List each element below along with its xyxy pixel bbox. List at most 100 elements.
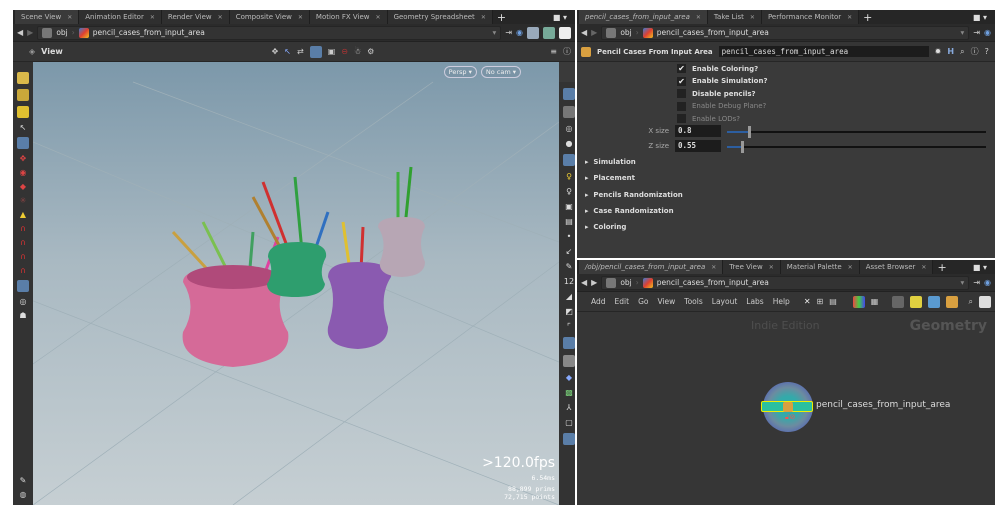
path-field[interactable]: obj › pencil_cases_from_input_area ▾ (601, 25, 970, 40)
dropdown-icon[interactable]: ▾ (961, 28, 965, 37)
camera-button[interactable]: No cam ▾ (480, 66, 521, 78)
folder-case-randomization[interactable]: ▸ Case Randomization (585, 207, 674, 215)
close-icon[interactable]: ✕ (750, 14, 755, 21)
tree-icon[interactable]: ⊞ (817, 297, 824, 306)
screen-icon[interactable]: ▣ (328, 47, 336, 56)
slider-handle[interactable] (741, 141, 745, 153)
primitive-mode-icon[interactable] (17, 106, 29, 118)
folder-coloring[interactable]: ▸ Coloring (585, 223, 626, 231)
slider-handle[interactable] (747, 126, 751, 138)
diamond-icon[interactable]: ◆ (566, 373, 572, 382)
snap-grid-icon[interactable]: ∩ (20, 224, 26, 233)
viewport[interactable]: Persp ▾ No cam ▾ >120.0fps 6.54ms 88,899… (33, 62, 559, 505)
persp-button[interactable]: Persp ▾ (443, 66, 477, 78)
tab-parameters[interactable]: pencil_cases_from_input_area ✕ (579, 10, 708, 24)
x-size-field[interactable]: 0.8 (675, 125, 721, 137)
link-icon[interactable]: ◉ (984, 278, 991, 287)
back-arrow-icon[interactable]: ◀ (581, 28, 587, 37)
pane-menu-icon[interactable]: ■ ▾ (973, 13, 987, 22)
menu-item-go[interactable]: Go (638, 297, 648, 306)
tab-animation-editor[interactable]: Animation Editor ✕ (79, 10, 162, 24)
path-root[interactable]: obj (620, 28, 631, 37)
snapshot-icon[interactable]: ▤ (565, 217, 573, 226)
close-icon[interactable]: ✕ (298, 14, 303, 21)
link-tool-icon[interactable] (17, 280, 29, 292)
scale-tool-icon[interactable]: ◆ (20, 182, 26, 191)
tools-icon[interactable]: ✕ (804, 297, 811, 306)
close-icon[interactable]: ✕ (847, 14, 852, 21)
pane-menu-icon[interactable]: ■ ▾ (553, 13, 567, 22)
close-icon[interactable]: ✕ (711, 264, 716, 271)
tab-composite-view[interactable]: Composite View ✕ (229, 10, 310, 24)
close-icon[interactable]: ✕ (769, 264, 774, 271)
menu-item-add[interactable]: Add (591, 297, 606, 306)
menu-item-layout[interactable]: Layout (712, 297, 738, 306)
tab-asset-browser[interactable]: Asset Browser ✕ (859, 260, 934, 274)
path-root[interactable]: obj (56, 28, 67, 37)
display-icon[interactable] (563, 88, 575, 100)
checkbox[interactable] (677, 89, 686, 98)
display-options-icon[interactable]: ≡ (550, 47, 557, 56)
node-name-input[interactable]: pencil_cases_from_input_area (718, 46, 929, 57)
close-icon[interactable]: ✕ (376, 14, 381, 21)
menu-item-labs[interactable]: Labs (746, 297, 763, 306)
square-icon[interactable]: ▢ (565, 418, 573, 427)
pin-icon[interactable]: ⇥ (505, 28, 512, 37)
add-tab-icon[interactable]: + (859, 11, 876, 24)
path-node[interactable]: pencil_cases_from_input_area (93, 28, 205, 37)
magnet-icon[interactable]: ∩ (20, 266, 26, 275)
shading-icon[interactable] (563, 106, 575, 118)
tab-motion-fx-view[interactable]: Motion FX View ✕ (309, 10, 388, 24)
xray-icon[interactable] (563, 337, 575, 349)
snap-curve-icon[interactable]: ∩ (20, 238, 26, 247)
lock-icon[interactable]: 🔓︎⊘ (785, 413, 795, 422)
folder-pencils-randomization[interactable]: ▸ Pencils Randomization (585, 191, 683, 199)
select-tool-icon[interactable]: ↖ (20, 123, 27, 132)
tab-scene-view[interactable]: Scene View ✕ (15, 10, 80, 24)
node-body[interactable] (761, 401, 813, 412)
tab-performance-monitor[interactable]: Performance Monitor ✕ (761, 10, 860, 24)
pane-menu-icon[interactable]: ■ ▾ (973, 263, 987, 272)
menu-item-tools[interactable]: Tools (684, 297, 702, 306)
window-icon[interactable] (559, 26, 571, 39)
grid-icon[interactable] (309, 45, 322, 58)
path-field[interactable]: obj › pencil_cases_from_input_area ▾ (601, 275, 970, 290)
search-icon[interactable]: ⌕ (960, 47, 964, 57)
dropdown-icon[interactable]: ▾ (961, 278, 965, 287)
wire-icon[interactable]: ◢ (566, 292, 572, 301)
checkbox[interactable] (677, 114, 686, 123)
no-entry-icon[interactable]: ⊖ (341, 47, 348, 56)
tab-take-list[interactable]: Take List ✕ (707, 10, 762, 24)
network-box-icon[interactable] (892, 295, 905, 308)
uv-icon[interactable]: ▩ (565, 388, 573, 397)
checkbox[interactable] (677, 101, 686, 111)
grid-view-icon[interactable]: ▦ (871, 297, 879, 306)
pin-icon[interactable]: ⇥ (973, 28, 980, 37)
forward-arrow-icon[interactable]: ▶ (591, 278, 597, 287)
corner-icon[interactable]: ⌜ (567, 322, 571, 331)
palette-icon[interactable] (852, 295, 865, 308)
close-icon[interactable]: ✕ (67, 14, 72, 21)
path-root[interactable]: obj (620, 278, 631, 287)
link-icon[interactable]: ◉ (516, 28, 523, 37)
help-icon[interactable]: ⓘ (563, 46, 571, 57)
close-icon[interactable]: ✕ (921, 264, 926, 271)
asset-icon[interactable] (946, 295, 959, 308)
forward-arrow-icon[interactable]: ▶ (591, 28, 597, 37)
select-icon[interactable]: ↖ (284, 47, 291, 56)
menu-item-edit[interactable]: Edit (615, 297, 630, 306)
flipbook-icon[interactable]: ✎ (20, 476, 27, 485)
move-tool-icon[interactable]: ✥ (20, 154, 27, 163)
cube-icon[interactable] (527, 26, 539, 39)
render-icon[interactable]: ◍ (20, 490, 27, 499)
folder-placement[interactable]: ▸ Placement (585, 174, 635, 182)
list-icon[interactable]: ▤ (829, 297, 837, 306)
checkbox[interactable]: ✔ (677, 76, 686, 86)
ghost-icon[interactable]: ☗ (19, 311, 26, 320)
background-icon[interactable] (563, 433, 575, 445)
tab-render-view[interactable]: Render View ✕ (161, 10, 230, 24)
view-icon[interactable]: ◈ (29, 47, 35, 56)
path-field[interactable]: obj › pencil_cases_from_input_area ▾ (37, 25, 502, 40)
pen-icon[interactable]: ✎ (566, 262, 573, 271)
handle-tool-icon[interactable]: ▲ (20, 210, 26, 219)
